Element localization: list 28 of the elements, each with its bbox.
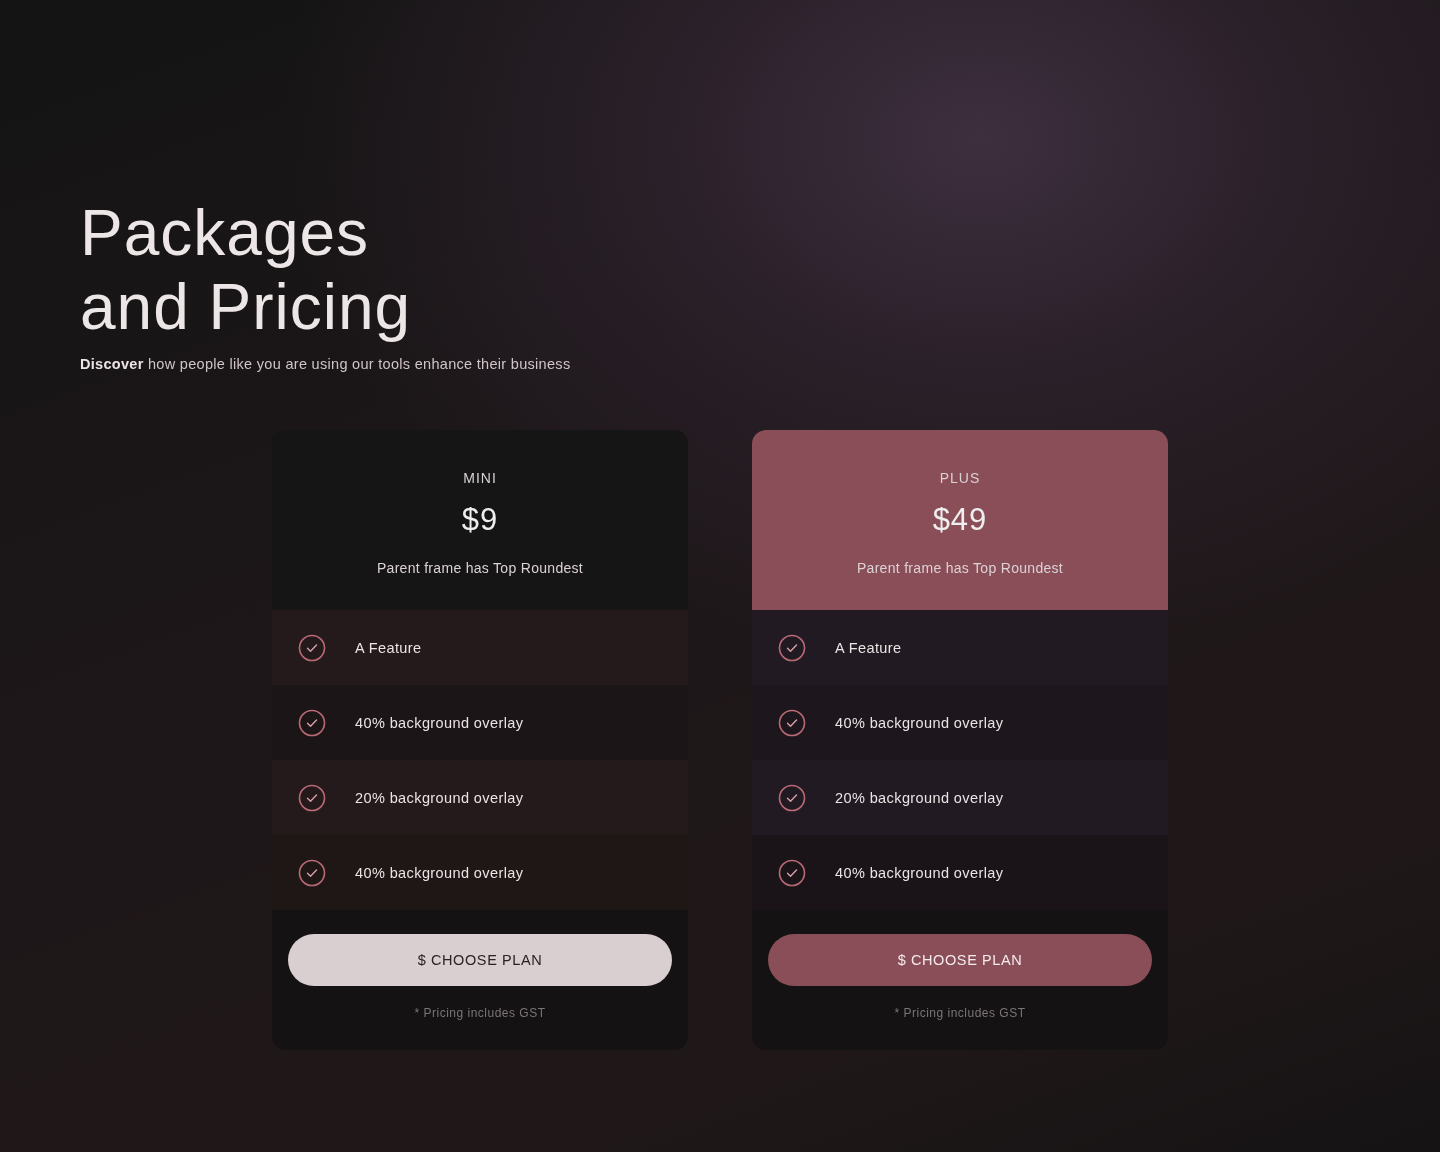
choose-plan-button[interactable]: $ CHOOSE PLAN: [768, 934, 1152, 986]
feature-text: 40% background overlay: [835, 864, 1004, 881]
check-circle-icon: [298, 633, 326, 662]
plan-description: Parent frame has Top Roundest: [856, 560, 1064, 576]
feature-text: 40% background overlay: [355, 714, 524, 731]
check-circle-icon: [298, 708, 326, 737]
feature-text: A Feature: [835, 639, 902, 656]
check-circle-icon: [778, 783, 806, 812]
feature-text: 40% background overlay: [355, 864, 524, 881]
feature-text: 40% background overlay: [835, 714, 1004, 731]
pricing-note: * Pricing includes GST: [894, 1006, 1026, 1020]
plan-name: MINI: [463, 470, 497, 486]
check-circle-icon: [298, 858, 326, 887]
plan-description: Parent frame has Top Roundest: [376, 560, 584, 576]
pricing-note: * Pricing includes GST: [414, 1006, 546, 1020]
check-circle-icon: [778, 633, 806, 662]
check-circle-icon: [778, 858, 806, 887]
feature-text: 20% background overlay: [355, 789, 524, 806]
feature-text: A Feature: [355, 639, 422, 656]
subtitle: Discover how people like you are using our tools enhance their business: [80, 356, 572, 372]
choose-plan-button[interactable]: $ CHOOSE PLAN: [288, 934, 672, 986]
plan-price: $49: [932, 502, 988, 538]
page-title: Packages and Pricing: [80, 196, 412, 344]
plan-name: PLUS: [939, 470, 981, 486]
check-circle-icon: [778, 708, 806, 737]
plan-price: $9: [461, 502, 499, 538]
feature-text: 20% background overlay: [835, 789, 1004, 806]
check-circle-icon: [298, 783, 326, 812]
